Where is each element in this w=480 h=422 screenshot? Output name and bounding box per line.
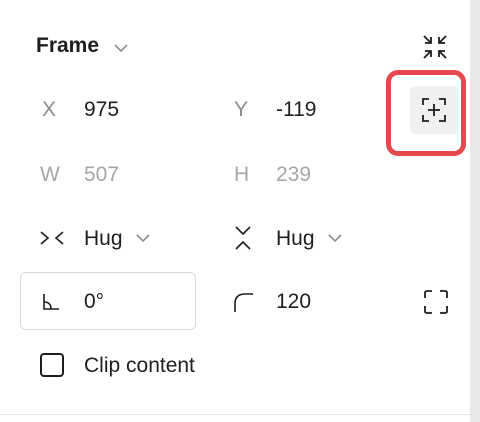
y-label: Y [234,98,249,121]
frame-properties-panel: Frame X 975 Y -119 W 507 H 239 Hug Hug 0… [0,0,470,422]
section-divider [0,414,470,415]
hug-horizontal-icon [40,231,64,245]
y-input[interactable]: -119 [276,98,316,122]
chevron-down-icon[interactable] [326,231,344,245]
h-label: H [234,163,250,186]
x-label: X [42,98,57,121]
vertical-resizing-value[interactable]: Hug [276,227,315,251]
w-input[interactable]: 507 [84,163,119,187]
h-input[interactable]: 239 [276,163,311,187]
frame-title[interactable]: Frame [36,34,99,58]
chevron-down-icon[interactable] [112,41,130,55]
clip-content-label: Clip content [84,354,195,377]
horizontal-resizing-value[interactable]: Hug [84,227,123,251]
hug-vertical-icon [235,226,251,250]
corner-radius-input[interactable]: 120 [276,290,311,314]
independent-corners-icon[interactable] [423,289,449,315]
highlight-outline [386,70,466,156]
rotation-input[interactable]: 0° [84,290,104,314]
clip-content-checkbox[interactable] [40,353,64,377]
w-label: W [40,163,60,186]
x-input[interactable]: 975 [84,98,119,122]
collapse-icon[interactable] [420,32,450,62]
rotation-angle-icon [43,294,59,310]
chevron-down-icon[interactable] [134,231,152,245]
corner-radius-icon [234,293,253,312]
